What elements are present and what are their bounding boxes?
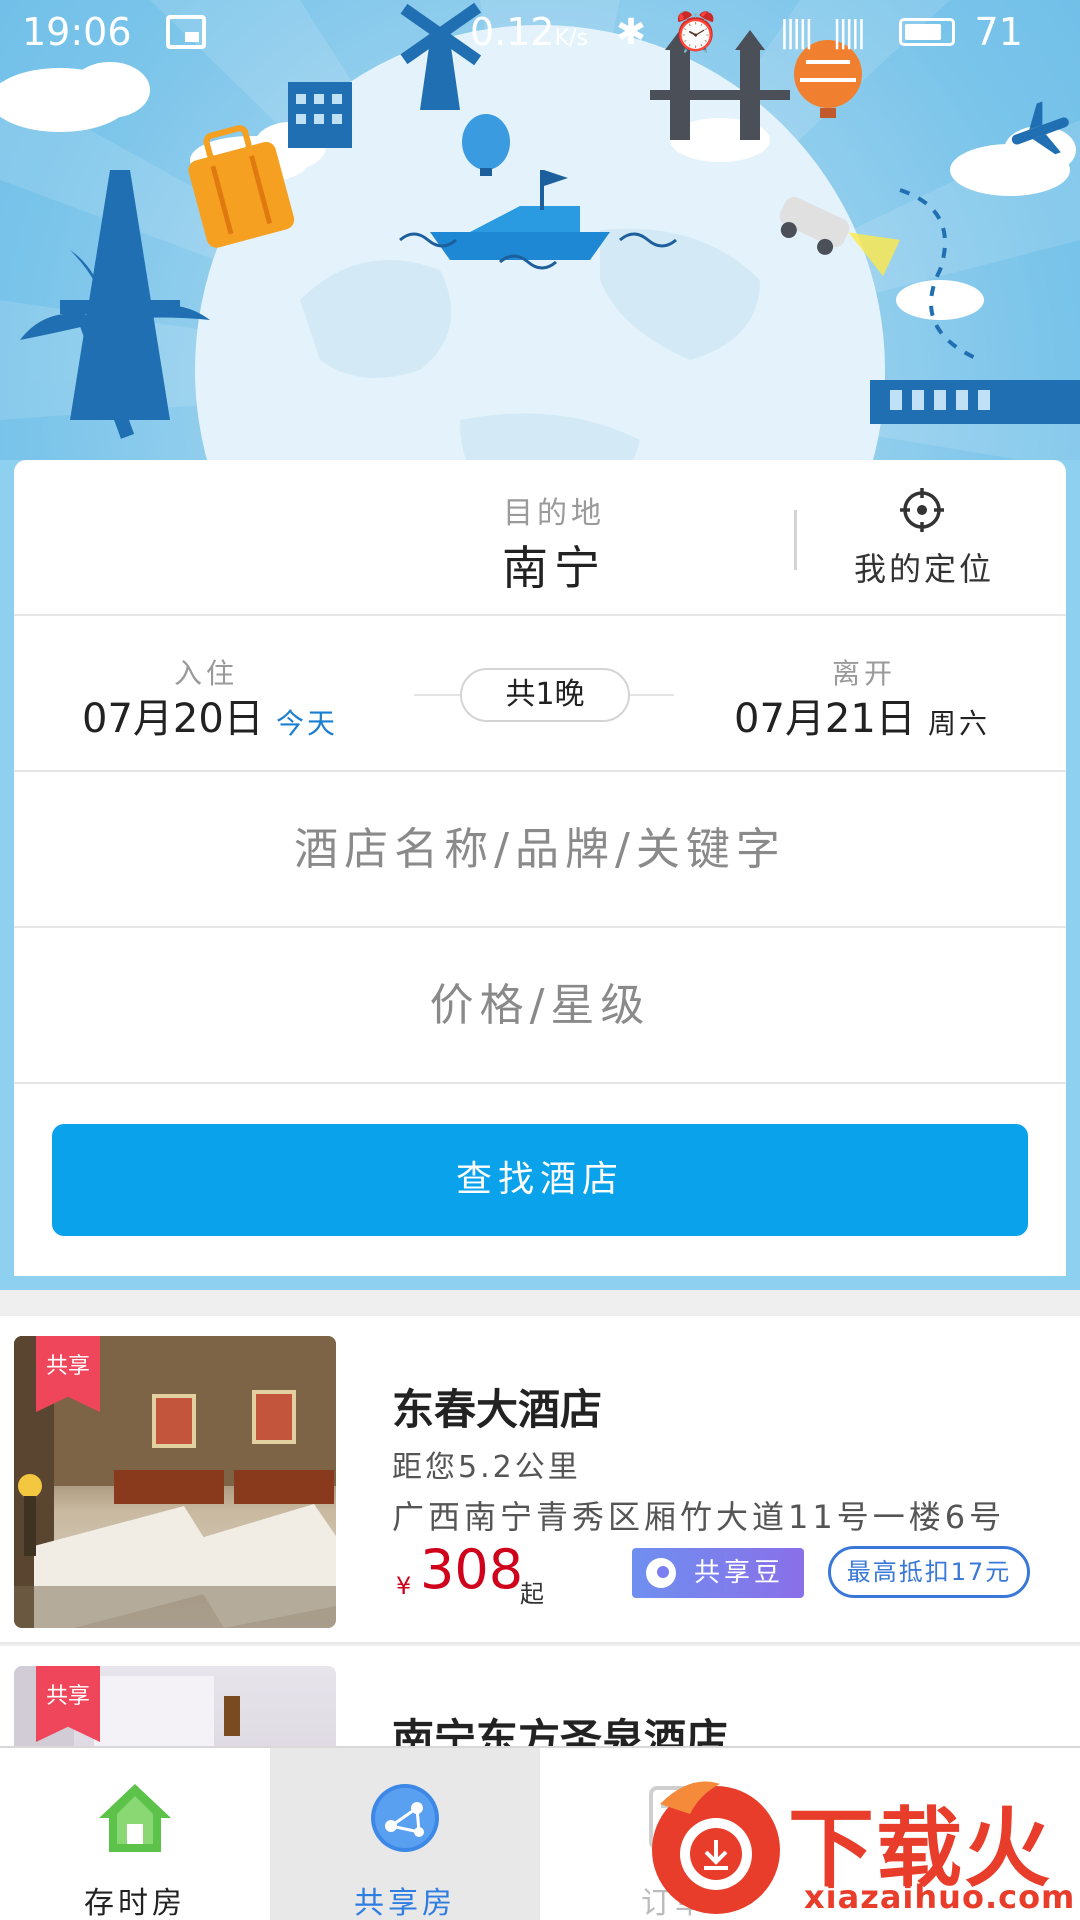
status-bar: 19:06 0.12K/s ✱ ⏰ ||||| ||||| 71 [0,0,1080,64]
hotel-list-item[interactable]: 共享 东春大酒店 距您5.2公里 广西南宁青秀区厢竹大道11号一楼6号 ¥ 30… [0,1316,1080,1644]
divider [794,510,797,570]
hotel-name[interactable]: 东春大酒店 [392,1376,602,1437]
status-time: 19:06 [22,10,132,54]
keyword-field[interactable]: 酒店名称/品牌/关键字 [14,772,1066,928]
network-speed-unit: K/s [554,26,588,51]
hotel-photo[interactable]: 共享 [14,1336,336,1628]
checkout-date[interactable]: 07月21日 [734,686,916,744]
battery-level: 71 [974,10,1023,54]
destination-value[interactable]: 南宁 [414,532,694,598]
nights-count-badge: 共1晚 [460,668,630,722]
battery-level-fill [904,24,941,40]
search-card: 目的地 南宁 我的定位 入住 07月20日 今天 共1晚 离开 07月21日 周… [14,460,1066,1276]
my-location-button[interactable]: 我的定位 [834,544,1014,590]
tab-label: 共享房 [354,1886,456,1920]
hotel-price: 308 [420,1538,524,1601]
date-row[interactable]: 入住 07月20日 今天 共1晚 离开 07月21日 周六 [14,616,1066,772]
bean-icon [646,1558,676,1588]
travel-illustration [0,0,1080,520]
destination-label: 目的地 [503,496,605,531]
destination-row[interactable]: 目的地 南宁 我的定位 [14,460,1066,616]
share-network-icon [371,1784,439,1852]
checkin-date[interactable]: 07月20日 [82,686,264,744]
price-star-field[interactable]: 价格/星级 [14,928,1066,1084]
watermark: 下载火 xiazaihuo.com [640,1774,1080,1920]
locate-icon[interactable] [900,488,944,532]
keyword-placeholder[interactable]: 酒店名称/品牌/关键字 [14,772,1066,928]
network-speed: 0.12K/s [470,10,588,54]
tab-shared-room[interactable]: 共享房 [270,1748,540,1920]
home-icon [99,1784,171,1852]
bluetooth-icon: ✱ [615,11,647,53]
tab-hourly-room[interactable]: 存时房 [0,1748,270,1920]
price-currency: ¥ [396,1572,412,1600]
signal-icon: ||||| [779,14,813,50]
signal-icon-2: ||||| [831,14,866,50]
checkin-day-note: 今天 [276,707,339,740]
gallery-icon [166,15,206,49]
watermark-url: xiazaihuo.com [804,1878,1076,1916]
share-bean-label: 共享豆 [694,1558,785,1588]
find-hotel-button[interactable]: 查找酒店 [52,1124,1028,1236]
share-bean-badge: 共享豆 [632,1548,804,1598]
price-suffix: 起 [520,1580,544,1608]
hotel-distance: 距您5.2公里 [392,1450,581,1485]
hotel-address: 广西南宁青秀区厢竹大道11号一楼6号 [392,1498,1006,1536]
max-deduction-badge: 最高抵扣17元 [828,1546,1030,1598]
watermark-logo-icon [652,1781,780,1914]
checkout-day-note: 周六 [928,707,991,740]
battery-icon [898,18,955,46]
price-star-placeholder[interactable]: 价格/星级 [14,928,1066,1084]
hero-banner: 19:06 0.12K/s ✱ ⏰ ||||| ||||| 71 [0,0,1080,520]
alarm-icon: ⏰ [672,9,720,54]
network-speed-value: 0.12 [470,10,555,54]
tab-label: 存时房 [84,1886,186,1920]
